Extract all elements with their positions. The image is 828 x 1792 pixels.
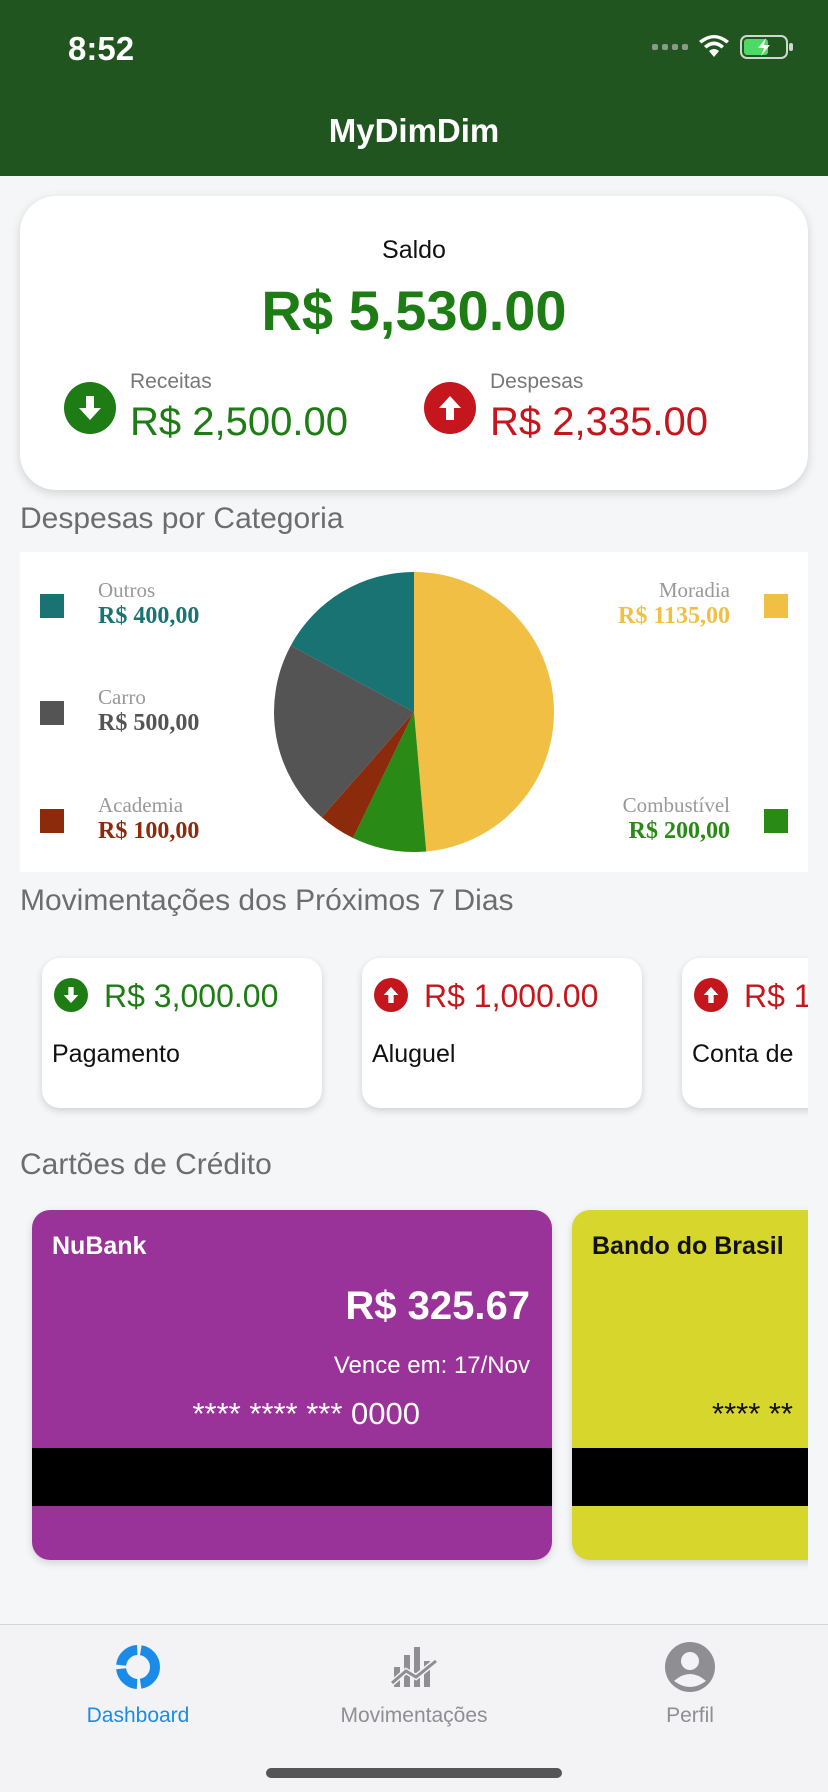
legend-name: Carro [98, 685, 146, 709]
legend-name: Outros [98, 578, 156, 602]
legend-name: Academia [98, 793, 184, 817]
upcoming-section-title: Movimentações dos Próximos 7 Dias [20, 884, 514, 917]
cellular-signal-icon [652, 44, 688, 50]
legend-swatch [40, 594, 64, 618]
legend-amount: R$ 200,00 [628, 818, 730, 844]
expense-summary: Despesas R$ 2,335.00 [424, 370, 708, 445]
balance-card: Saldo R$ 5,530.00 Receitas R$ 2,500.00 D… [20, 196, 808, 490]
card-magnetic-stripe [32, 1448, 552, 1506]
balance-value: R$ 5,530.00 [261, 279, 567, 342]
pie-slice-moradia[interactable] [414, 572, 554, 852]
arrow-down-icon [64, 382, 116, 434]
profile-icon [665, 1642, 715, 1692]
income-value: R$ 2,500.00 [130, 400, 348, 444]
legend-moradia: Moradia R$ 1135,00 [568, 578, 788, 630]
card-bank-name: NuBank [52, 1232, 147, 1260]
card-number: **** ** [712, 1396, 793, 1431]
upcoming-transaction-card[interactable]: R$ 1 Conta de [682, 958, 808, 1108]
nav-dashboard[interactable]: Dashboard [0, 1641, 276, 1728]
status-icons [652, 34, 794, 60]
home-indicator [266, 1768, 562, 1778]
legend-swatch [40, 809, 64, 833]
legend-name: Combustível [622, 793, 730, 817]
category-pie-chart: Outros R$ 400,00 Carro R$ 500,00 Academi… [20, 552, 808, 872]
income-summary: Receitas R$ 2,500.00 [64, 370, 348, 445]
upcoming-transaction-card[interactable]: R$ 3,000.00 Pagamento [42, 958, 322, 1108]
upcoming-transaction-card[interactable]: R$ 1,000.00 Aluguel [362, 958, 642, 1108]
arrow-up-icon [694, 978, 728, 1012]
transaction-amount: R$ 1,000.00 [424, 978, 599, 1014]
bottom-navigation: Dashboard Movimentações Perfil [0, 1624, 828, 1792]
transaction-amount: R$ 1 [744, 978, 808, 1014]
nav-label: Dashboard [86, 1704, 190, 1727]
legend-swatch [40, 701, 64, 725]
nav-perfil[interactable]: Perfil [552, 1641, 828, 1728]
legend-academia: Academia R$ 100,00 [40, 793, 240, 845]
card-invoice-value: R$ 325.67 [345, 1284, 530, 1328]
legend-outros: Outros R$ 400,00 [40, 578, 240, 630]
legend-amount: R$ 1135,00 [617, 603, 730, 629]
categories-section-title: Despesas por Categoria [20, 502, 344, 535]
status-time: 8:52 [68, 30, 135, 67]
legend-combustivel: Combustível R$ 200,00 [568, 793, 788, 845]
legend-name: Moradia [658, 578, 730, 602]
expense-value: R$ 2,335.00 [490, 400, 708, 444]
card-magnetic-stripe [572, 1448, 808, 1506]
arrow-down-icon [54, 978, 88, 1012]
transaction-description: Aluguel [372, 1040, 456, 1068]
nav-label: Perfil [666, 1704, 714, 1727]
card-due-date: Vence em: 17/Nov [333, 1352, 530, 1379]
arrow-up-icon [424, 382, 476, 434]
credit-card[interactable]: Bando do Brasil **** ** [572, 1210, 808, 1560]
battery-charging-icon [740, 35, 793, 59]
card-number: **** **** *** 0000 [192, 1396, 420, 1431]
legend-amount: R$ 500,00 [98, 710, 200, 736]
credit-card[interactable]: NuBank R$ 325.67 Vence em: 17/Nov **** *… [32, 1210, 552, 1560]
balance-label: Saldo [382, 236, 446, 264]
credit-cards-section-title: Cartões de Crédito [20, 1148, 272, 1181]
wifi-icon [699, 35, 729, 57]
app-title: MyDimDim [328, 112, 500, 149]
nav-label: Movimentações [340, 1704, 488, 1727]
chart-trend-icon [390, 1647, 438, 1687]
nav-movimentacoes[interactable]: Movimentações [276, 1641, 552, 1728]
transaction-description: Conta de [692, 1040, 794, 1068]
legend-amount: R$ 100,00 [98, 818, 200, 844]
card-bank-name: Bando do Brasil [592, 1232, 784, 1260]
arrow-up-icon [374, 978, 408, 1012]
legend-swatch [764, 594, 788, 618]
legend-amount: R$ 400,00 [98, 603, 200, 629]
transaction-description: Pagamento [52, 1040, 180, 1068]
app-header: 8:52 MyDimDim [0, 0, 828, 176]
dashboard-icon [116, 1645, 160, 1689]
legend-swatch [764, 809, 788, 833]
income-label: Receitas [130, 370, 212, 393]
transaction-amount: R$ 3,000.00 [104, 978, 279, 1014]
legend-carro: Carro R$ 500,00 [40, 685, 240, 737]
expense-label: Despesas [490, 370, 584, 393]
